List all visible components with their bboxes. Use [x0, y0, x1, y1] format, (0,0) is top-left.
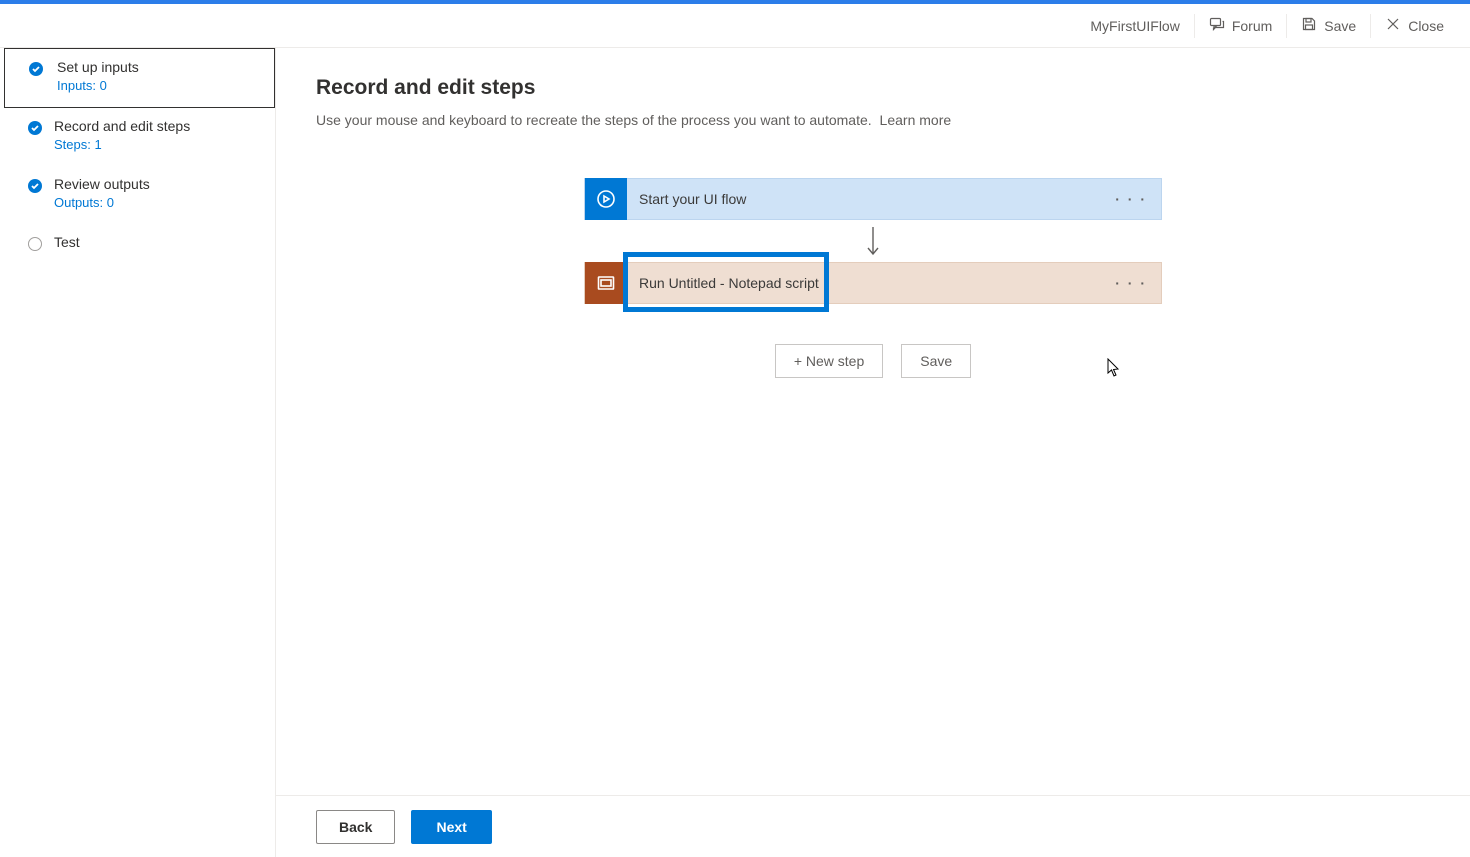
step-subtitle: Steps: 1	[54, 137, 261, 152]
card-more-button[interactable]: · · ·	[1101, 275, 1161, 291]
forum-button[interactable]: Forum	[1195, 10, 1286, 42]
card-label: Run Untitled - Notepad script	[627, 275, 1101, 291]
check-icon	[28, 179, 42, 193]
forum-icon	[1209, 16, 1225, 35]
step-setup-inputs[interactable]: Set up inputs Inputs: 0	[4, 48, 275, 108]
page-title: Record and edit steps	[316, 76, 1430, 100]
description-text: Use your mouse and keyboard to recreate …	[316, 112, 872, 128]
page-description: Use your mouse and keyboard to recreate …	[316, 112, 1430, 128]
wizard-footer: Back Next	[276, 795, 1470, 857]
step-review-outputs[interactable]: Review outputs Outputs: 0	[0, 166, 275, 224]
card-label: Start your UI flow	[627, 191, 1101, 207]
close-icon	[1385, 16, 1401, 35]
circle-icon	[28, 237, 42, 251]
step-title: Review outputs	[54, 176, 261, 192]
start-flow-card[interactable]: Start your UI flow · · ·	[584, 178, 1162, 220]
wizard-sidebar: Set up inputs Inputs: 0 Record and edit …	[0, 48, 276, 857]
step-title: Test	[54, 234, 261, 250]
close-button[interactable]: Close	[1371, 10, 1458, 42]
canvas-save-button[interactable]: Save	[901, 344, 971, 378]
connector-arrow	[866, 226, 880, 256]
close-label: Close	[1408, 18, 1444, 34]
learn-more-link[interactable]: Learn more	[880, 112, 952, 128]
flow-name: MyFirstUIFlow	[1090, 18, 1179, 34]
step-subtitle: Outputs: 0	[54, 195, 261, 210]
header-save-label: Save	[1324, 18, 1356, 34]
play-circle-icon	[585, 178, 627, 220]
step-record-edit[interactable]: Record and edit steps Steps: 1	[0, 108, 275, 166]
save-icon	[1301, 16, 1317, 35]
back-button[interactable]: Back	[316, 810, 395, 844]
run-script-card[interactable]: Run Untitled - Notepad script · · ·	[584, 262, 1162, 304]
card-more-button[interactable]: · · ·	[1101, 191, 1161, 207]
application-icon	[585, 262, 627, 304]
step-title: Set up inputs	[57, 59, 260, 75]
step-title: Record and edit steps	[54, 118, 261, 134]
next-button[interactable]: Next	[411, 810, 491, 844]
forum-label: Forum	[1232, 18, 1272, 34]
check-icon	[28, 121, 42, 135]
page-header: MyFirstUIFlow Forum Save Close	[0, 4, 1470, 48]
step-test[interactable]: Test	[0, 224, 275, 264]
header-save-button[interactable]: Save	[1287, 10, 1370, 42]
check-icon	[29, 62, 43, 76]
new-step-button[interactable]: + New step	[775, 344, 883, 378]
step-subtitle: Inputs: 0	[57, 78, 260, 93]
